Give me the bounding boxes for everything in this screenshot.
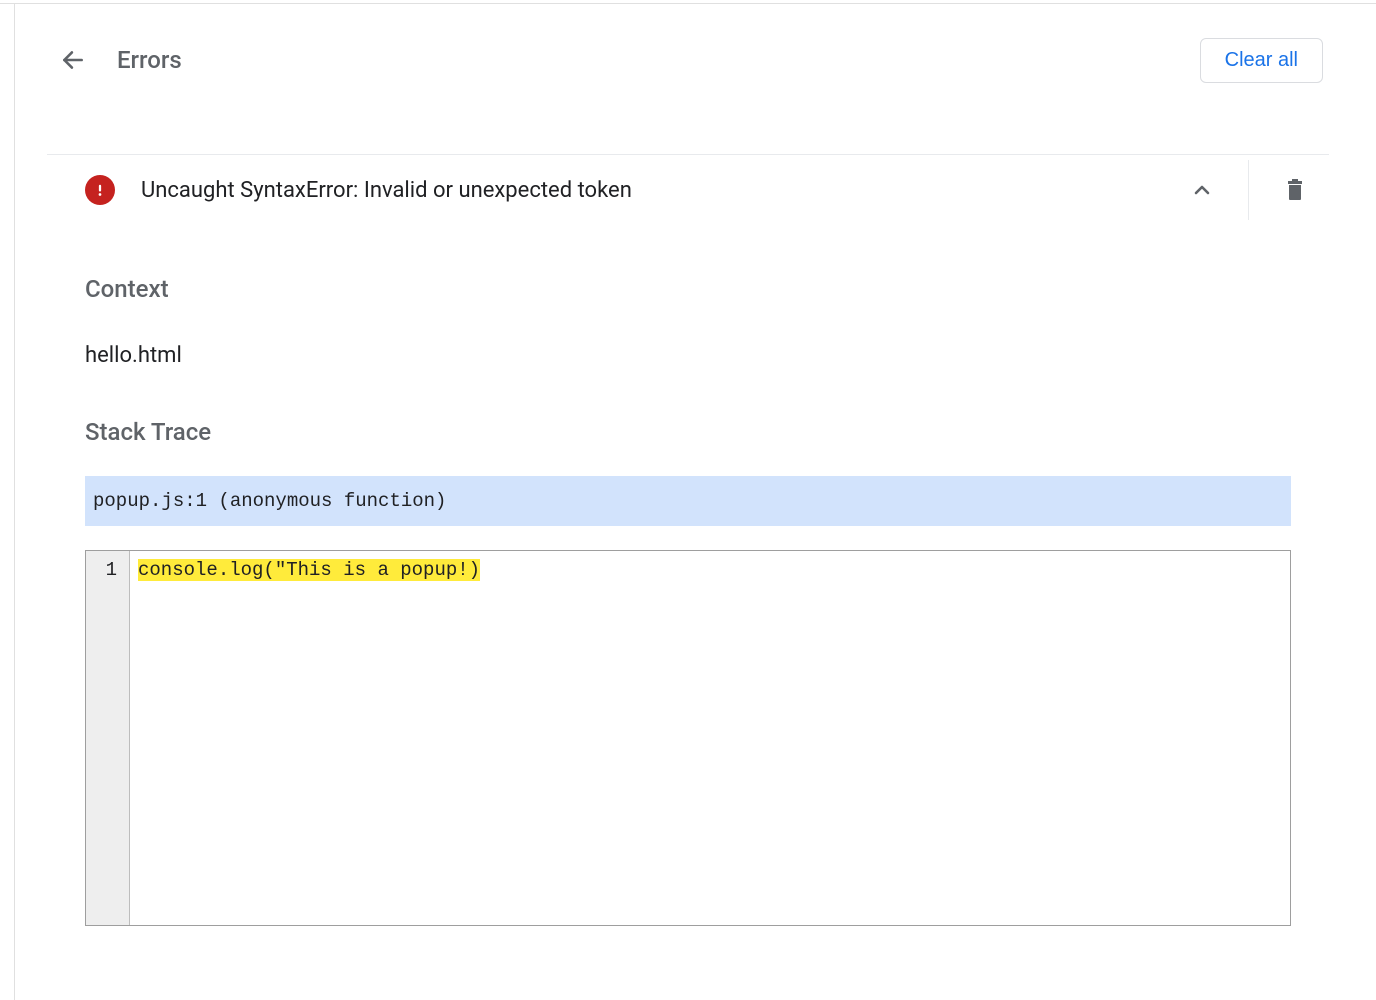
code-gutter: 1 <box>86 551 130 925</box>
trash-icon <box>1283 176 1307 204</box>
chevron-up-icon <box>1190 178 1214 202</box>
row-actions <box>1174 155 1323 225</box>
window-border-top <box>0 3 1376 4</box>
error-details: Context hello.html Stack Trace popup.js:… <box>47 275 1329 926</box>
clear-all-button[interactable]: Clear all <box>1200 38 1323 83</box>
collapse-button[interactable] <box>1174 162 1230 218</box>
code-line-highlight: console.log("This is a popup!) <box>138 559 480 581</box>
errors-panel: Errors Clear all Uncaught SyntaxError: I… <box>47 26 1329 926</box>
code-viewer: 1 console.log("This is a popup!) <box>85 550 1291 926</box>
error-message: Uncaught SyntaxError: Invalid or unexpec… <box>141 178 1174 203</box>
window-border-left <box>14 3 15 1000</box>
code-area: console.log("This is a popup!) <box>130 551 1290 925</box>
header-row: Errors Clear all <box>47 26 1329 94</box>
arrow-left-icon <box>60 47 86 73</box>
error-row: Uncaught SyntaxError: Invalid or unexpec… <box>47 155 1329 225</box>
context-heading: Context <box>85 275 1291 303</box>
stack-trace-heading: Stack Trace <box>85 418 1291 446</box>
error-icon <box>85 175 115 205</box>
stack-frame[interactable]: popup.js:1 (anonymous function) <box>85 476 1291 526</box>
back-button[interactable] <box>53 40 93 80</box>
delete-error-button[interactable] <box>1267 162 1323 218</box>
page-title: Errors <box>117 46 182 74</box>
line-number: 1 <box>86 551 129 581</box>
vertical-divider <box>1248 160 1249 220</box>
context-file: hello.html <box>85 343 1291 368</box>
